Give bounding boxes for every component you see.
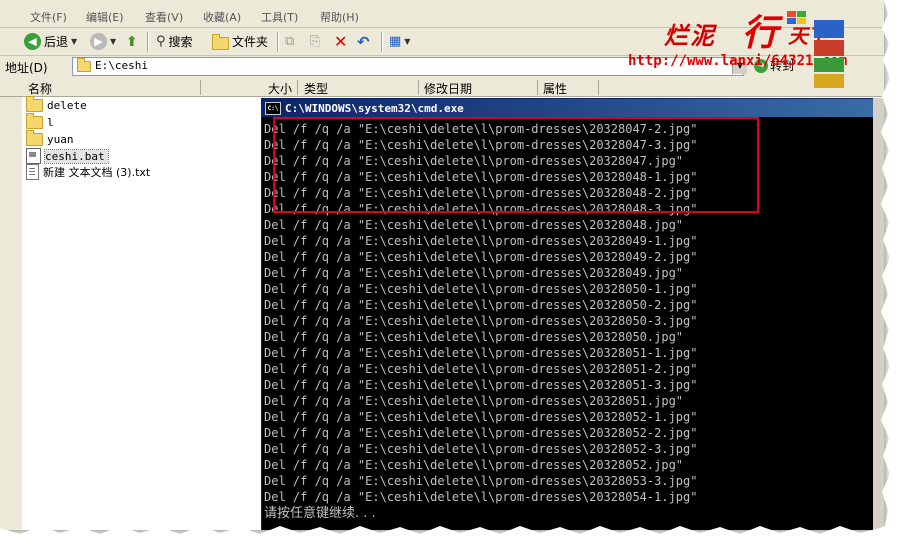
column-divider[interactable]	[537, 80, 538, 95]
cmd-line: Del /f /q /a "E:\ceshi\delete\l\prom-dre…	[264, 282, 698, 296]
cmd-line: Del /f /q /a "E:\ceshi\delete\l\prom-dre…	[264, 218, 684, 232]
menu-tools[interactable]: 工具(T)	[261, 9, 298, 25]
address-label: 地址(D)	[5, 61, 48, 75]
delete-button[interactable]: ✕	[334, 31, 347, 52]
cmd-line: Del /f /q /a "E:\ceshi\delete\l\prom-dre…	[264, 426, 698, 440]
list-item[interactable]: delete	[26, 95, 87, 113]
text-file-icon	[26, 164, 39, 180]
cmd-line: Del /f /q /a "E:\ceshi\delete\l\prom-dre…	[264, 266, 684, 280]
cmd-line: Del /f /q /a "E:\ceshi\delete\l\prom-dre…	[264, 346, 698, 360]
column-divider[interactable]	[598, 80, 599, 95]
toolbar-separator	[381, 32, 383, 52]
folder-icon	[26, 129, 43, 146]
search-label: 搜索	[168, 35, 193, 49]
menu-favorites[interactable]: 收藏(A)	[203, 9, 241, 25]
search-button[interactable]: ⚲ 搜索	[156, 31, 193, 52]
batch-file-icon	[26, 148, 41, 164]
folders-label: 文件夹	[232, 35, 269, 49]
undo-button[interactable]: ↶	[357, 31, 370, 52]
cmd-line: Del /f /q /a "E:\ceshi\delete\l\prom-dre…	[264, 394, 684, 408]
views-icon: ▦	[389, 34, 402, 49]
cmd-line: Del /f /q /a "E:\ceshi\delete\l\prom-dre…	[264, 314, 698, 328]
explorer-window: 文件(F) 编辑(E) 查看(V) 收藏(A) 工具(T) 帮助(H) ◀ 后退…	[0, 0, 884, 530]
copy-icon: ⎘	[310, 34, 321, 49]
chevron-down-icon: ▼	[71, 37, 78, 46]
file-name: l	[47, 115, 54, 129]
toolbar-separator	[277, 32, 279, 52]
cmd-icon: C:\	[265, 101, 281, 115]
address-value: E:\ceshi	[95, 59, 148, 72]
column-modified[interactable]: 修改日期	[424, 80, 472, 97]
copy-to-button[interactable]: ⎘	[310, 31, 320, 52]
column-divider[interactable]	[200, 80, 201, 95]
torn-edge-bottom	[0, 518, 906, 549]
logo-text-2: 行	[742, 12, 779, 54]
cmd-line: Del /f /q /a "E:\ceshi\delete\l\prom-dre…	[264, 298, 698, 312]
column-name[interactable]: 名称	[28, 80, 52, 97]
column-divider[interactable]	[418, 80, 419, 95]
up-folder-icon: ⬆	[126, 33, 138, 50]
highlight-box	[273, 117, 759, 213]
undo-icon: ↶	[357, 32, 370, 51]
back-label: 后退	[44, 35, 69, 49]
move-to-button[interactable]: ⧉	[285, 31, 294, 52]
torn-edge-right	[876, 0, 906, 549]
cmd-line: Del /f /q /a "E:\ceshi\delete\l\prom-dre…	[264, 250, 698, 264]
file-name: ceshi.bat	[44, 148, 109, 164]
forward-button[interactable]: ▶ ▼	[90, 31, 116, 52]
folder-icon	[26, 112, 43, 129]
windows-logo-icon	[787, 11, 806, 24]
site-logo: 烂泥 行 天下 http://www.lanxi/64321.com	[628, 4, 884, 78]
cmd-line: Del /f /q /a "E:\ceshi\delete\l\prom-dre…	[264, 458, 684, 472]
logo-text-1: 烂泥	[664, 21, 716, 50]
column-header: 名称 大小 类型 修改日期 属性	[0, 79, 884, 97]
file-name: delete	[47, 98, 87, 112]
chevron-down-icon: ▼	[404, 37, 411, 46]
back-button[interactable]: ◀ 后退 ▼	[24, 31, 77, 52]
column-divider[interactable]	[297, 80, 298, 95]
cmd-line: Del /f /q /a "E:\ceshi\delete\l\prom-dre…	[264, 474, 698, 488]
cmd-line: Del /f /q /a "E:\ceshi\delete\l\prom-dre…	[264, 330, 684, 344]
delete-icon: ✕	[334, 32, 348, 51]
cmd-title: C:\WINDOWS\system32\cmd.exe	[285, 101, 464, 115]
list-item[interactable]: 新建 文本文档 (3).txt	[26, 164, 150, 180]
column-attributes[interactable]: 属性	[543, 80, 567, 97]
menu-file[interactable]: 文件(F)	[30, 9, 67, 25]
folders-button[interactable]: 文件夹	[212, 31, 268, 52]
cmd-titlebar[interactable]: C:\ C:\WINDOWS\system32\cmd.exe	[262, 99, 884, 117]
list-item[interactable]: l	[26, 112, 54, 130]
chevron-down-icon: ▼	[110, 37, 117, 46]
back-icon: ◀	[24, 33, 41, 50]
file-name: 新建 文本文档 (3).txt	[43, 166, 151, 179]
up-button[interactable]: ⬆	[126, 31, 138, 52]
list-item[interactable]: yuan	[26, 129, 74, 147]
toolbar-separator	[147, 32, 149, 52]
forward-icon: ▶	[90, 33, 107, 50]
cmd-line: Del /f /q /a "E:\ceshi\delete\l\prom-dre…	[264, 378, 698, 392]
cmd-line: Del /f /q /a "E:\ceshi\delete\l\prom-dre…	[264, 442, 698, 456]
cmd-line: Del /f /q /a "E:\ceshi\delete\l\prom-dre…	[264, 362, 698, 376]
menu-view[interactable]: 查看(V)	[145, 9, 183, 25]
menu-edit[interactable]: 编辑(E)	[86, 9, 124, 25]
books-icon	[814, 20, 844, 88]
folders-icon	[212, 33, 229, 50]
folder-icon	[26, 95, 43, 112]
move-icon: ⧉	[285, 34, 295, 49]
list-item[interactable]: ceshi.bat	[26, 148, 109, 164]
folder-icon	[77, 58, 91, 72]
column-type[interactable]: 类型	[304, 80, 328, 97]
menu-help[interactable]: 帮助(H)	[320, 9, 359, 25]
column-size[interactable]: 大小	[268, 80, 292, 97]
cmd-line: Del /f /q /a "E:\ceshi\delete\l\prom-dre…	[264, 410, 698, 424]
file-name: yuan	[47, 132, 74, 146]
cmd-line: Del /f /q /a "E:\ceshi\delete\l\prom-dre…	[264, 234, 698, 248]
cmd-line: Del /f /q /a "E:\ceshi\delete\l\prom-dre…	[264, 490, 698, 504]
search-icon: ⚲	[156, 34, 166, 49]
views-button[interactable]: ▦ ▼	[389, 31, 410, 52]
file-list: delete l yuan ceshi.bat 新建 文本文档 (3).txt	[22, 95, 260, 527]
